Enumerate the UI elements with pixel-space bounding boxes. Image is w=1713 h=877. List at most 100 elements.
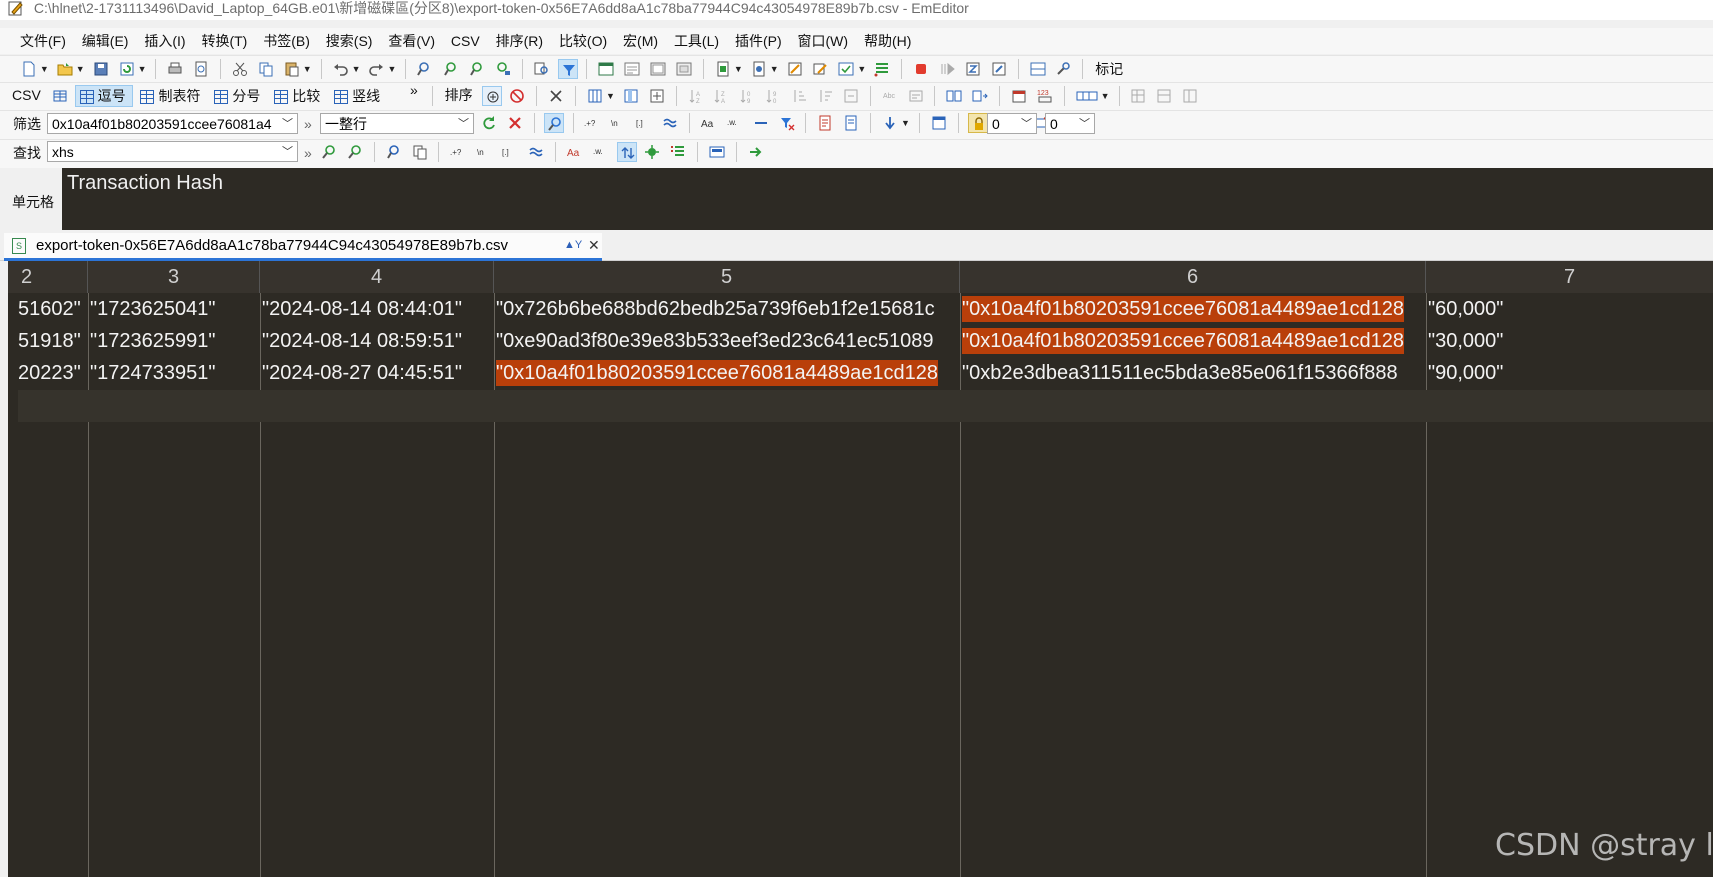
view-a-icon[interactable] [622,59,642,79]
columns-icon[interactable] [585,86,605,106]
table-row[interactable]: 20223" "1724733951" "2024-08-27 04:45:51… [8,357,1713,389]
match-case-icon[interactable]: Aa [699,113,719,133]
note-icon[interactable] [785,59,805,79]
approximate-match-icon[interactable] [660,113,680,133]
table-cell[interactable]: "90,000" [1428,357,1708,389]
menu-insert[interactable]: 插入(I) [138,28,191,54]
cut-icon[interactable] [230,59,250,79]
table-cell[interactable]: "1724733951" [90,357,262,389]
sort-custom-icon[interactable] [841,86,861,106]
list-icon[interactable] [872,59,892,79]
document-green-dropdown-icon[interactable]: ▼ [734,59,744,79]
table-row[interactable]: 51602" "1723625041" "2024-08-14 08:44:01… [8,293,1713,325]
table-row[interactable]: 51918" "1723625991" "2024-08-14 08:59:51… [8,325,1713,357]
undo-icon[interactable] [331,59,351,79]
table-cell[interactable]: 51918" [18,325,86,357]
paste-dropdown-icon[interactable]: ▼ [303,59,313,79]
menu-convert[interactable]: 转换(T) [195,28,253,54]
chevron-down-icon[interactable]: ﹀ [282,114,293,133]
find-escape-icon[interactable]: \n [474,142,494,162]
menu-bookmarks[interactable]: 书签(B) [257,28,316,54]
filter-number-select-2[interactable]: 0 ﹀ [1045,113,1095,134]
filter-number-select-1[interactable]: 0 ﹀ [987,113,1037,134]
chevron-down-icon[interactable]: ﹀ [1079,114,1090,133]
regex-brackets-icon[interactable]: [.] [634,113,654,133]
cell-value-field[interactable]: Transaction Hash [62,168,1713,230]
paste-icon[interactable] [282,59,302,79]
sort-label[interactable]: 排序 [441,83,477,107]
document-blue-icon[interactable] [749,59,769,79]
table-cell-highlighted[interactable]: "0x10a4f01b80203591ccee76081a4489ae1cd12… [962,293,1426,325]
find-input[interactable]: xhs ﹀ [47,141,298,162]
join-icon[interactable] [944,86,964,106]
open-dropdown-icon[interactable]: ▼ [76,59,86,79]
bookmark-red-icon[interactable] [815,113,835,133]
find-brackets-icon[interactable]: [.] [500,142,520,162]
table-cell[interactable]: "2024-08-14 08:59:51" [262,325,496,357]
split-window-icon[interactable] [1028,59,1048,79]
menu-window[interactable]: 窗口(W) [792,28,855,54]
view-c-icon[interactable] [674,59,694,79]
heading-icon[interactable] [1180,86,1200,106]
document-green-icon[interactable] [713,59,733,79]
window-filter-icon[interactable] [929,113,949,133]
menu-sort[interactable]: 排序(R) [490,28,549,54]
copy-icon[interactable] [256,59,276,79]
sort-az-icon[interactable]: AZ [686,86,706,106]
csv-semicolon-button[interactable]: 分号 [210,85,266,107]
note-multi-icon[interactable] [811,59,831,79]
new-dropdown-icon[interactable]: ▼ [40,59,50,79]
chevron-down-icon[interactable]: ﹀ [282,142,293,161]
arrow-down-icon[interactable] [880,113,900,133]
open-file-icon[interactable] [55,59,75,79]
menu-search[interactable]: 搜索(S) [320,28,379,54]
csv-pipe-button[interactable]: 竖线 [330,85,386,107]
table-cell[interactable]: 20223" [18,357,86,389]
column-header-3[interactable]: 3 [88,261,260,293]
lock-icon[interactable] [967,113,988,133]
find-next-icon[interactable] [319,142,339,162]
menu-tools[interactable]: 工具(L) [668,28,725,54]
column-header-5[interactable]: 5 [494,261,960,293]
find-copy-icon[interactable] [410,142,430,162]
menu-view[interactable]: 查看(V) [382,28,441,54]
menu-csv[interactable]: CSV [445,28,486,54]
sort-za-icon[interactable]: ZA [711,86,731,106]
find-list-icon[interactable] [668,142,688,162]
mark-label[interactable]: 标记 [1091,56,1127,82]
filter-clear-icon[interactable] [777,113,797,133]
table-cell[interactable]: "0xe90ad3f80e39e83b533eef3ed23c641ec5108… [496,325,960,357]
abc-icon[interactable]: Abc [880,86,900,106]
split-icon[interactable] [970,86,990,106]
sort-90-icon[interactable]: 90 [763,86,783,106]
checkbox-window-dropdown-icon[interactable]: ▼ [857,59,867,79]
table-cell[interactable]: 51602" [18,293,86,325]
run-macro-icon[interactable] [937,59,957,79]
tools-icon[interactable] [546,86,566,106]
table-cell[interactable]: "2024-08-27 04:45:51" [262,357,496,389]
find-previous-icon[interactable] [345,142,365,162]
sort-length-desc-icon[interactable] [815,86,835,106]
menu-help[interactable]: 帮助(H) [858,28,917,54]
find-icon[interactable] [415,59,435,79]
csv-more-chevron[interactable]: » [390,83,424,97]
column-width-icon[interactable] [1074,86,1100,106]
menu-edit[interactable]: 编辑(E) [76,28,135,54]
column-width-dropdown-icon[interactable]: ▼ [1101,86,1111,106]
column-header-7[interactable]: 7 [1426,261,1713,293]
reload-dropdown-icon[interactable]: ▼ [138,59,148,79]
filter-input[interactable]: 0x10a4f01b80203591ccee76081a4 ﹀ [47,113,298,134]
chevron-down-icon[interactable]: ﹀ [1021,114,1032,133]
find-window-icon[interactable] [707,142,727,162]
macro-select-icon[interactable] [963,59,983,79]
tab-view-icon[interactable] [596,59,616,79]
table-cell[interactable]: "30,000" [1428,325,1708,357]
find-match-word-icon[interactable]: .w. [591,142,611,162]
clear-filter-icon[interactable] [505,113,525,133]
column-header-4[interactable]: 4 [260,261,494,293]
number-icon[interactable]: 123 [1035,86,1055,106]
document-blue-dropdown-icon[interactable]: ▼ [770,59,780,79]
bookmark-blue-icon[interactable] [841,113,861,133]
table-cell[interactable]: "1723625041" [90,293,262,325]
record-macro-icon[interactable] [911,59,931,79]
